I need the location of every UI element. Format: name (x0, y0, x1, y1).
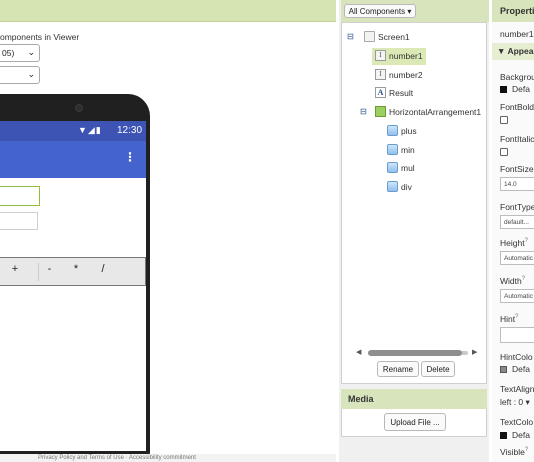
textcolor-value[interactable]: Defa (512, 430, 530, 440)
screen-size-select[interactable]: 05) ⌄ (0, 44, 40, 62)
tree-node-horizontalarrangement1[interactable]: HorizontalArrangement1 (375, 104, 481, 121)
number1-textbox[interactable] (0, 186, 40, 206)
height-select[interactable]: Automatic (500, 251, 534, 265)
delete-button[interactable]: Delete (421, 361, 455, 377)
fontitalic-label: FontItalic (500, 134, 534, 144)
plus-button[interactable]: + (4, 263, 26, 281)
screen-icon (364, 31, 375, 43)
div-button[interactable]: / (92, 263, 114, 281)
textalign-value: left : 0 (500, 397, 524, 407)
display-hidden-components-label: omponents in Viewer (0, 32, 80, 42)
tree-node-screen1[interactable]: Screen1 (364, 29, 410, 46)
fontbold-label: FontBold (500, 102, 534, 112)
status-time: 12:30 (117, 125, 143, 136)
properties-header: Properti (492, 0, 534, 22)
chevron-down-icon: ⌄ (27, 47, 35, 57)
footer-links[interactable]: Privacy Policy and Terms of Use · Access… (0, 454, 336, 462)
chevron-down-icon: ⌄ (27, 69, 35, 79)
button-icon (387, 162, 398, 174)
collapse-icon[interactable]: ⊟ (360, 107, 367, 116)
hintcolor-label: HintColo (500, 352, 533, 362)
hint-input[interactable] (500, 327, 534, 343)
appearance-group-toggle[interactable]: ▼ Appear (492, 43, 534, 60)
help-icon[interactable]: ? (522, 276, 525, 282)
visible-label: Visible? (500, 447, 528, 457)
scroll-thumb[interactable] (368, 350, 462, 356)
background-color-swatch[interactable] (500, 86, 507, 93)
hint-label: Hint? (500, 314, 518, 324)
horizontal-arrangement-icon (375, 106, 386, 118)
phone-screen: ▼◢▮ 12:30 ⋮ + - * / (0, 121, 146, 451)
tree-node-plus[interactable]: plus (387, 123, 417, 140)
background-color-label: Backgrou (500, 72, 534, 82)
signal-battery-icon: ▼◢▮ (78, 125, 102, 135)
help-icon[interactable]: ? (525, 238, 528, 244)
help-icon[interactable]: ? (525, 447, 528, 453)
textcolor-label: TextColo (500, 417, 534, 427)
width-select[interactable]: Automatic (500, 289, 534, 303)
components-tree: ⊟ Screen1 Inumber1 Inumber2 A Result ⊟ Ho… (341, 22, 487, 384)
textalign-label: TextAlign (500, 384, 534, 394)
textalign-select[interactable]: left : 0 ▾ (500, 397, 530, 408)
tree-node-mul[interactable]: mul (387, 160, 415, 177)
media-panel: Upload File ... (341, 409, 487, 437)
visible-label-text: Visible (500, 447, 525, 457)
button-icon (387, 125, 398, 137)
fonttype-select[interactable]: default... (500, 215, 534, 229)
caret-down-icon: ▾ (407, 7, 412, 16)
components-header: All Components ▾ (341, 0, 489, 22)
hintcolor-swatch[interactable] (500, 366, 507, 373)
textbox-icon: I (375, 69, 386, 81)
height-label-text: Height (500, 238, 525, 248)
components-panel: All Components ▾ ⊟ Screen1 Inumber1 Inum… (339, 0, 489, 462)
label-icon: A (375, 87, 386, 99)
all-components-dropdown[interactable]: All Components ▾ (344, 4, 416, 18)
scroll-right-icon[interactable]: ▶ (472, 348, 477, 356)
height-label: Height? (500, 238, 528, 248)
scroll-left-icon[interactable]: ◀ (356, 348, 361, 356)
number2-textbox[interactable] (0, 212, 38, 230)
tree-node-result[interactable]: A Result (375, 85, 413, 102)
help-icon[interactable]: ? (515, 314, 518, 320)
min-button[interactable]: - (38, 263, 60, 281)
fontitalic-checkbox[interactable] (500, 148, 508, 156)
screen-size-value: 05) (2, 48, 15, 58)
width-label: Width? (500, 276, 525, 286)
selected-component-name: number1 (500, 29, 534, 39)
fontbold-checkbox[interactable] (500, 116, 508, 124)
hint-label-text: Hint (500, 314, 516, 324)
width-label-text: Width (500, 276, 522, 286)
app-title-bar: ⋮ (0, 141, 146, 178)
fonttype-label: FontType (500, 202, 534, 212)
properties-panel: Properti number1 ▼ Appear Backgrou Defa … (492, 0, 534, 462)
button-icon (387, 144, 398, 156)
tree-node-div[interactable]: div (387, 179, 412, 196)
tree-node-number1[interactable]: Inumber1 (372, 48, 426, 65)
media-header: Media (341, 389, 487, 409)
theme-select[interactable]: ⌄ (0, 66, 40, 84)
caret-down-icon: ▾ (525, 397, 530, 407)
status-bar: ▼◢▮ 12:30 (0, 121, 146, 141)
hintcolor-value[interactable]: Defa (512, 364, 530, 374)
textbox-icon: I (375, 50, 386, 62)
phone-mockup: ▼◢▮ 12:30 ⋮ + - * / (0, 94, 150, 462)
viewer-header (0, 0, 336, 22)
background-color-value[interactable]: Defa (512, 84, 530, 94)
overflow-menu-icon[interactable]: ⋮ (124, 151, 136, 163)
tree-node-min[interactable]: min (387, 142, 415, 159)
all-components-label: All Components (348, 7, 406, 16)
mul-button[interactable]: * (65, 263, 87, 281)
fontsize-label: FontSize (500, 164, 534, 174)
upload-file-button[interactable]: Upload File ... (384, 413, 446, 431)
button-icon (387, 181, 398, 193)
rename-button[interactable]: Rename (377, 361, 419, 377)
textcolor-swatch[interactable] (500, 432, 507, 439)
horizontal-scrollbar[interactable]: ◀ ▶ (356, 348, 477, 357)
tree-node-number2[interactable]: Inumber2 (375, 67, 423, 84)
app-inventor-designer: omponents in Viewer 05) ⌄ ⌄ ▼◢▮ 12:30 ⋮ … (0, 0, 534, 462)
phone-camera (75, 104, 83, 112)
horizontal-arrangement: + - * / (0, 257, 146, 286)
collapse-icon[interactable]: ⊟ (347, 32, 354, 41)
fontsize-input[interactable]: 14.0 (500, 177, 534, 191)
